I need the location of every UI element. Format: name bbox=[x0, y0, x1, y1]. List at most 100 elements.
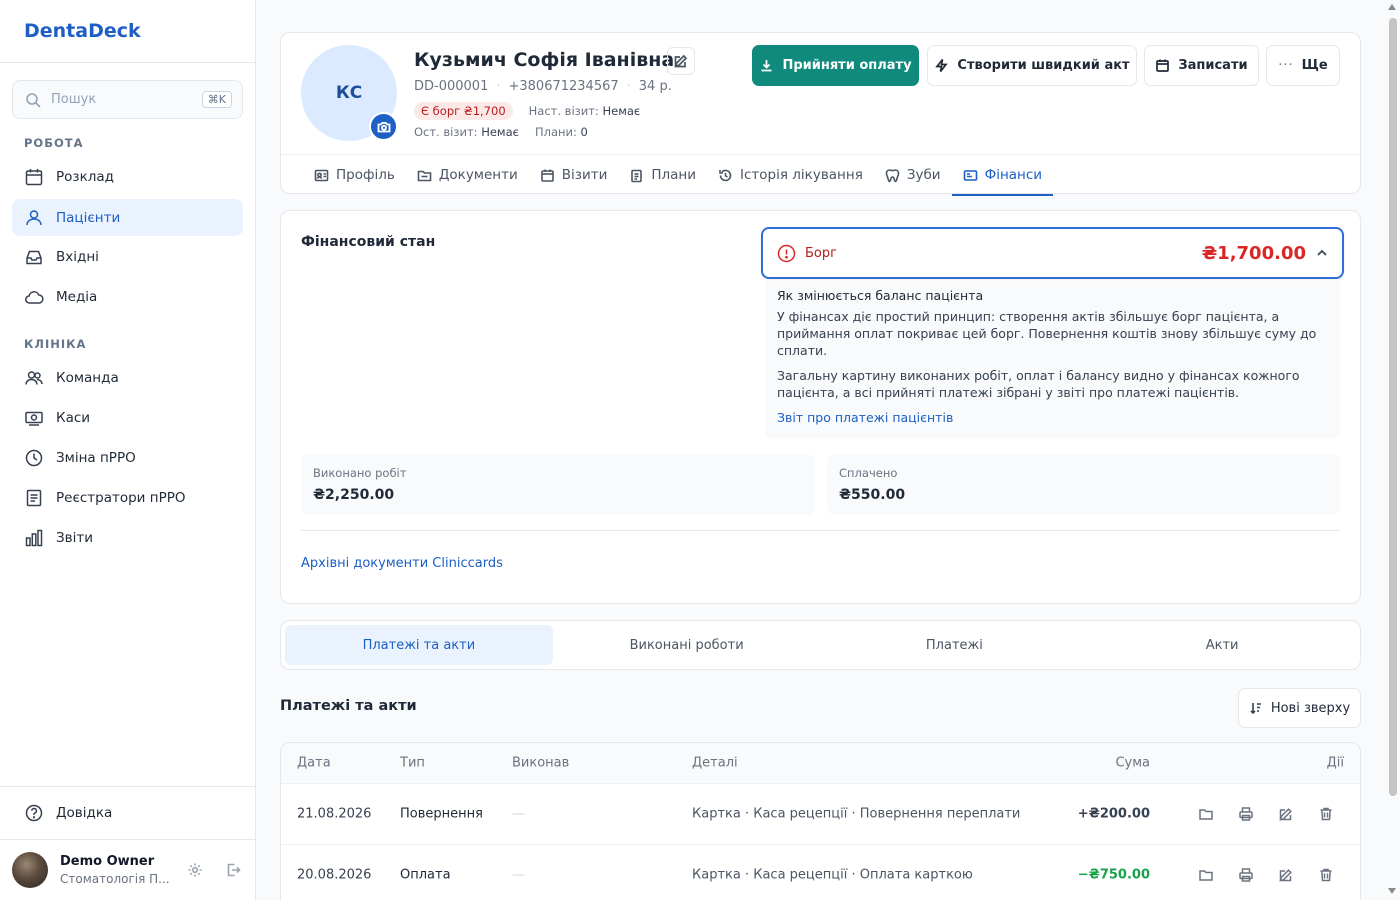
print-button[interactable] bbox=[1238, 806, 1254, 822]
calendar-icon bbox=[540, 169, 554, 182]
tab-visits[interactable]: Візити bbox=[529, 155, 619, 195]
sidebar-item-team[interactable]: Команда bbox=[12, 359, 243, 396]
info-paragraph: Загальну картину виконаних робіт, оплат … bbox=[777, 368, 1300, 400]
print-button[interactable] bbox=[1238, 867, 1254, 883]
table-header: Дата Тип Виконав Деталі Сума Дії bbox=[281, 743, 1360, 784]
stat-label: Виконано робіт bbox=[313, 466, 407, 480]
open-document-button[interactable] bbox=[1198, 806, 1214, 822]
tab-profile[interactable]: Профіль bbox=[303, 155, 406, 195]
segment-payments[interactable]: Платежі bbox=[821, 625, 1089, 665]
team-icon bbox=[25, 370, 43, 385]
help-icon bbox=[25, 804, 43, 821]
open-document-button[interactable] bbox=[1198, 867, 1214, 883]
more-label: Ще bbox=[1301, 58, 1328, 73]
patient-phone[interactable]: +380671234567 bbox=[508, 79, 618, 94]
segment-acts[interactable]: Акти bbox=[1088, 625, 1356, 665]
brand-logo[interactable]: DentaDeck bbox=[0, 0, 255, 63]
tab-label: Профіль bbox=[336, 167, 395, 183]
table-row[interactable]: 21.08.2026 Повернення — Картка · Каса ре… bbox=[281, 784, 1360, 845]
tab-documents[interactable]: Документи bbox=[406, 155, 529, 195]
work-done-stat: Виконано робіт ₴2,250.00 bbox=[301, 454, 815, 515]
segment-payments-and-acts[interactable]: Платежі та акти bbox=[285, 625, 553, 665]
delete-button[interactable] bbox=[1318, 867, 1334, 883]
column-header-details[interactable]: Деталі bbox=[692, 756, 738, 771]
column-header-date[interactable]: Дата bbox=[297, 756, 331, 771]
table-row[interactable]: 20.08.2026 Оплата — Картка · Каса рецепц… bbox=[281, 845, 1360, 900]
delete-button[interactable] bbox=[1318, 806, 1334, 822]
cell-performer: — bbox=[512, 867, 525, 883]
tab-finance[interactable]: Фінанси bbox=[951, 155, 1054, 196]
sidebar-item-schedule[interactable]: Розклад bbox=[12, 158, 243, 195]
profile-card-icon bbox=[314, 169, 329, 181]
edit-button[interactable] bbox=[1278, 867, 1294, 883]
tab-treatment-history[interactable]: Історія лікування bbox=[707, 155, 874, 195]
sort-label: Нові зверху bbox=[1270, 700, 1351, 716]
accept-payment-button[interactable]: Прийняти оплату bbox=[752, 45, 919, 86]
pencil-icon bbox=[1279, 808, 1292, 821]
sidebar-item-reports[interactable]: Звіти bbox=[12, 519, 243, 556]
sidebar-item-media[interactable]: Медіа bbox=[12, 278, 243, 315]
user-clinic: Стоматологія П... bbox=[60, 872, 170, 886]
user-profile[interactable]: Demo Owner Стоматологія П... bbox=[12, 852, 247, 888]
segment-completed-works[interactable]: Виконані роботи bbox=[553, 625, 821, 665]
sidebar-item-label: Каси bbox=[56, 409, 91, 426]
tab-plans[interactable]: Плани bbox=[618, 155, 707, 195]
patient-name: Кузьмич Софія Іванівна bbox=[414, 49, 675, 71]
paid-stat: Сплачено ₴550.00 bbox=[827, 454, 1340, 515]
debt-accordion[interactable]: Борг ₴1,700.00 bbox=[761, 227, 1344, 279]
download-icon bbox=[761, 60, 772, 72]
sidebar-item-prro-registrars[interactable]: Реєстратори пРРО bbox=[12, 479, 243, 516]
sort-icon bbox=[1250, 703, 1261, 715]
column-header-type[interactable]: Тип bbox=[400, 756, 425, 771]
scroll-up-arrow[interactable] bbox=[1388, 4, 1396, 10]
sidebar-item-prro-shift[interactable]: Зміна пРРО bbox=[12, 439, 243, 476]
sidebar-item-cash-registers[interactable]: Каси bbox=[12, 399, 243, 436]
column-header-amount[interactable]: Сума bbox=[1115, 756, 1150, 771]
accept-payment-label: Прийняти оплату bbox=[782, 58, 912, 73]
stat-value: ₴2,250.00 bbox=[313, 487, 395, 503]
archive-documents-link[interactable]: Архівні документи Cliniccards bbox=[301, 556, 503, 571]
sort-button[interactable]: Нові зверху bbox=[1238, 688, 1361, 728]
sidebar-item-help[interactable]: Довідка bbox=[12, 794, 243, 831]
ledger-segmented-control: Платежі та акти Виконані роботи Платежі … bbox=[280, 620, 1361, 670]
sidebar-item-label: Команда bbox=[56, 369, 119, 386]
quick-act-label: Створити швидкий акт bbox=[957, 58, 1130, 73]
separator-dot: · bbox=[496, 79, 501, 94]
payments-report-link[interactable]: Звіт про платежі пацієнтів bbox=[777, 409, 1328, 426]
more-actions-button[interactable]: ··· Ще bbox=[1266, 45, 1340, 86]
plans-value: 0 bbox=[580, 125, 588, 139]
patient-meta: DD-000001 · +380671234567 · 34 р. bbox=[414, 79, 672, 94]
folder-icon bbox=[1199, 870, 1213, 881]
edit-button[interactable] bbox=[1278, 806, 1294, 822]
sidebar-item-label: Реєстратори пРРО bbox=[56, 489, 186, 506]
quick-act-button[interactable]: Створити швидкий акт bbox=[927, 45, 1137, 86]
tab-teeth[interactable]: Зуби bbox=[874, 155, 952, 195]
search-input[interactable]: Пошук ⌘K bbox=[12, 80, 243, 119]
patient-header-card: КС Кузьмич Софія Іванівна DD-000001 · +3… bbox=[280, 32, 1361, 196]
debt-amount: ₴1,700.00 bbox=[1201, 242, 1306, 264]
book-appointment-button[interactable]: Записати bbox=[1144, 45, 1259, 86]
page-scrollbar[interactable] bbox=[1389, 18, 1397, 796]
plans-label: Плани: bbox=[534, 125, 577, 139]
last-visit-value: Немає bbox=[481, 125, 519, 139]
upload-photo-button[interactable] bbox=[369, 112, 398, 141]
sidebar-item-patients[interactable]: Пацієнти bbox=[12, 199, 243, 236]
sidebar-item-inbox[interactable]: Вхідні bbox=[12, 238, 243, 275]
settings-icon[interactable] bbox=[187, 862, 203, 878]
next-visit-label: Наст. візит: bbox=[528, 104, 599, 118]
folder-icon bbox=[417, 170, 432, 181]
cell-details: Картка · Каса рецепції · Повернення пере… bbox=[692, 806, 1021, 822]
column-header-actions: Дії bbox=[1326, 755, 1344, 771]
edit-patient-button[interactable] bbox=[667, 47, 695, 75]
printer-icon bbox=[1239, 868, 1253, 882]
patient-last-info: Ост. візит: Немає Плани: 0 bbox=[414, 125, 588, 139]
chevron-up-icon bbox=[1317, 249, 1327, 256]
tab-label: Візити bbox=[561, 167, 608, 183]
tab-label: Плани bbox=[651, 167, 697, 183]
pencil-icon bbox=[1279, 869, 1292, 882]
column-header-performer[interactable]: Виконав bbox=[512, 756, 569, 771]
scroll-down-arrow[interactable] bbox=[1388, 888, 1396, 894]
logout-icon[interactable] bbox=[225, 862, 241, 878]
stat-value: ₴550.00 bbox=[839, 487, 906, 503]
finance-status-card: Фінансовий стан Борг ₴1,700.00 Як змінює… bbox=[280, 210, 1361, 604]
